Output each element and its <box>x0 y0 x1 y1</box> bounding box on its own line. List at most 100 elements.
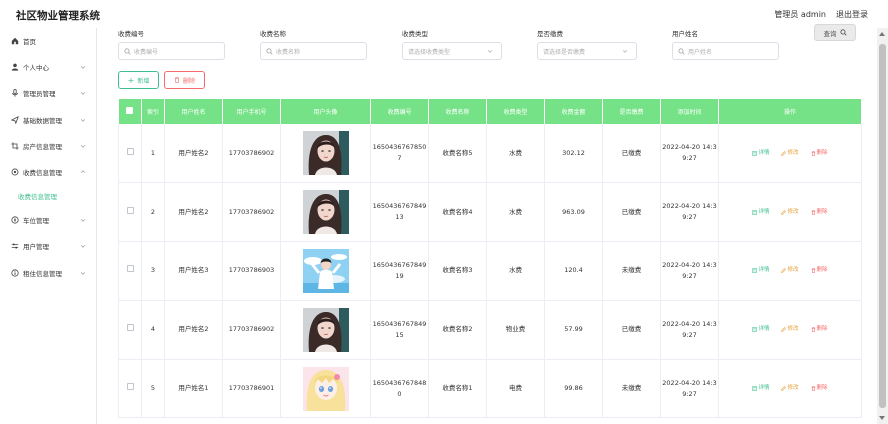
sidebar-item-profile[interactable]: 个人中心 <box>0 54 96 80</box>
fee-name: 收费名称3 <box>428 241 487 301</box>
fee-no-input[interactable]: 收费编号 <box>118 42 225 60</box>
row-select[interactable] <box>118 124 142 184</box>
detail-button[interactable]: 详情 <box>752 324 769 335</box>
avatar-image <box>281 190 370 235</box>
detail-label: 详情 <box>758 385 770 392</box>
batch-delete-button[interactable]: 删除 <box>164 71 205 89</box>
sidebar-item-home[interactable]: 首页 <box>0 28 96 54</box>
sidebar-item-rent[interactable]: 租住信息管理 <box>0 260 96 286</box>
user-phone: 17703786902 <box>222 124 281 184</box>
user-phone: 17703786902 <box>222 182 281 243</box>
row-checkbox[interactable] <box>126 265 134 273</box>
sidebar-item-label: 车位管理 <box>23 217 49 226</box>
row-index: 1 <box>141 124 165 184</box>
table-row: 5 用户姓名1 17703786901 16504367678480 收费名称1 电费 99… <box>118 359 862 419</box>
chevron-down-icon <box>80 118 86 122</box>
admin-label: 管理员 admin <box>774 10 826 19</box>
fee-no-placeholder: 收费编号 <box>134 48 159 56</box>
row-select[interactable] <box>118 241 142 301</box>
fee-number: 165043676784915 <box>370 300 429 360</box>
detail-button[interactable]: 详情 <box>752 265 769 276</box>
detail-label: 详情 <box>758 267 770 274</box>
sliders-icon <box>10 242 19 251</box>
detail-label: 详情 <box>758 149 770 156</box>
row-index: 5 <box>141 359 165 419</box>
scrollbar-thumb[interactable] <box>879 44 886 408</box>
delete-button[interactable]: 删除 <box>811 383 828 394</box>
table-header-row: 索引 用户姓名 用户手机号 用户头像 收费编号 收费名称 收费类型 收费金额 是… <box>118 99 862 124</box>
column-header: 收费类型 <box>486 99 545 124</box>
column-header: 收费金额 <box>544 99 603 124</box>
fee-type: 水费 <box>486 241 545 301</box>
row-checkbox[interactable] <box>126 147 134 155</box>
fee-type-placeholder: 请选择收费类型 <box>408 48 451 56</box>
fee-number: 165043676784913 <box>370 182 429 243</box>
search-button[interactable]: 查询 <box>814 24 856 41</box>
column-header: 操作 <box>718 99 862 124</box>
delete-button-label: 删除 <box>182 77 195 85</box>
sidebar-item-label: 首页 <box>23 38 36 47</box>
page-scrollbar[interactable] <box>877 28 888 424</box>
fee-name-input[interactable]: 收费名称 <box>260 42 367 60</box>
edit-button[interactable]: 修改 <box>781 265 799 276</box>
add-button[interactable]: + 新增 <box>118 71 159 89</box>
delete-button[interactable]: 删除 <box>811 324 828 335</box>
sidebar-subitem-fee-info[interactable]: 收费信息管理 <box>0 185 96 207</box>
select-all-checkbox[interactable] <box>126 107 134 114</box>
paid-status: 已缴费 <box>602 300 661 360</box>
sidebar-item-fee[interactable]: 收费信息管理 <box>0 159 96 185</box>
detail-button[interactable]: 详情 <box>752 148 769 159</box>
created-time: 2022-04-20 14:39:27 <box>660 182 719 243</box>
sidebar-item-base-data[interactable]: 基础数据管理 <box>0 107 96 133</box>
edit-button[interactable]: 修改 <box>781 324 799 335</box>
fee-type-select[interactable]: 请选择收费类型 <box>402 42 502 60</box>
info-icon <box>10 268 19 277</box>
column-header: 用户姓名 <box>164 99 223 124</box>
sidebar-item-label: 收费信息管理 <box>23 169 62 178</box>
scroll-down-icon[interactable] <box>879 416 885 420</box>
user-name: 用户姓名2 <box>164 300 223 360</box>
detail-label: 详情 <box>758 326 770 333</box>
delete-button[interactable]: 删除 <box>811 148 828 159</box>
logout-link[interactable]: 退出登录 <box>836 9 868 20</box>
row-checkbox[interactable] <box>126 206 134 214</box>
chevron-down-icon <box>80 66 86 69</box>
sidebar-item-users[interactable]: 用户管理 <box>0 233 96 259</box>
crop-icon <box>10 141 19 150</box>
user-icon <box>10 63 19 72</box>
trash-icon <box>174 77 180 83</box>
column-header: 是否缴费 <box>602 99 661 124</box>
table-row: 4 用户姓名2 17703786902 165043676784915 收费名称2 物业费… <box>118 300 862 360</box>
scroll-up-icon[interactable] <box>879 32 885 36</box>
edit-label: 修改 <box>787 267 799 274</box>
sidebar-item-parking[interactable]: 车位管理 <box>0 207 96 233</box>
edit-label: 修改 <box>787 149 799 156</box>
detail-button[interactable]: 详情 <box>752 383 769 394</box>
user-avatar-cell <box>280 241 371 301</box>
trash-icon <box>811 209 815 215</box>
edit-button[interactable]: 修改 <box>781 207 799 218</box>
column-header: 收费名称 <box>428 99 487 124</box>
user-name-input[interactable]: 用户姓名 <box>672 42 779 60</box>
delete-button[interactable]: 删除 <box>811 265 828 276</box>
sidebar-item-property[interactable]: 房产信息管理 <box>0 133 96 159</box>
detail-button[interactable]: 详情 <box>752 207 769 218</box>
paid-status: 未缴费 <box>602 241 661 301</box>
chevron-down-icon <box>622 50 628 53</box>
header-select-all[interactable] <box>118 99 142 124</box>
sidebar-item-admin[interactable]: 管理员管理 <box>0 80 96 106</box>
row-select[interactable] <box>118 359 142 419</box>
delete-button[interactable]: 删除 <box>811 207 828 218</box>
row-index: 3 <box>141 241 165 301</box>
row-index: 2 <box>141 182 165 243</box>
trash-icon <box>811 150 815 156</box>
edit-button[interactable]: 修改 <box>781 383 799 394</box>
fee-number: 165043676784919 <box>370 241 429 301</box>
row-checkbox[interactable] <box>126 383 134 391</box>
edit-button[interactable]: 修改 <box>781 148 799 159</box>
edit-icon <box>781 209 787 215</box>
row-select[interactable] <box>118 182 142 243</box>
paid-select[interactable]: 请选择是否缴费 <box>537 42 637 60</box>
row-checkbox[interactable] <box>126 324 134 332</box>
row-select[interactable] <box>118 300 142 360</box>
